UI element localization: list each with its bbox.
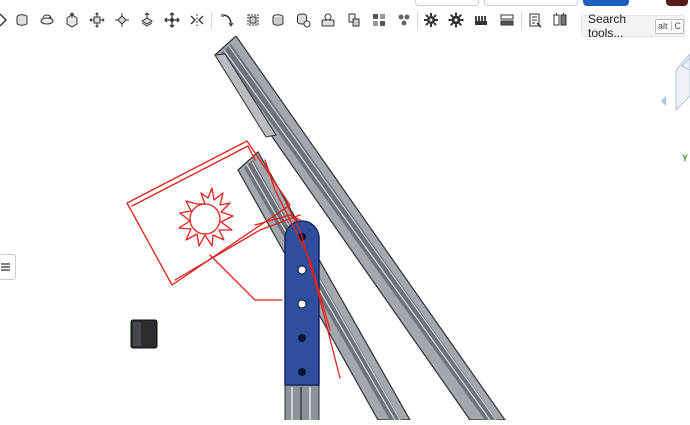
transform-tool-icon[interactable] xyxy=(162,10,182,30)
bracket-hole xyxy=(298,334,306,342)
mirror-tool-icon[interactable] xyxy=(187,10,207,30)
shortcut-key: C xyxy=(670,21,681,31)
list-tool-icon[interactable] xyxy=(497,10,517,30)
bill-of-materials-tool-icon[interactable] xyxy=(525,10,545,30)
shortcut-modifier: alt xyxy=(657,21,668,31)
shell-tool-icon[interactable] xyxy=(268,10,288,30)
sweep-tool-icon[interactable] xyxy=(37,10,57,30)
y-axis-label: Y xyxy=(682,153,689,163)
spur-gear-tool-icon[interactable] xyxy=(446,10,466,30)
gear-tool-icon[interactable] xyxy=(421,10,441,30)
variable-tool-icon[interactable] xyxy=(394,10,414,30)
partial-tool-icon[interactable] xyxy=(0,10,10,30)
rack-tool-icon[interactable] xyxy=(471,10,491,30)
move-face-tool-icon[interactable] xyxy=(112,10,132,30)
search-shortcut: alt C xyxy=(654,18,684,34)
blue-bracket[interactable] xyxy=(284,220,320,386)
view-cube-arrow-icon[interactable] xyxy=(661,96,666,106)
configuration-tool-icon[interactable] xyxy=(550,10,570,30)
view-cube-fragment[interactable] xyxy=(661,53,690,112)
toolbar-divider xyxy=(211,12,212,30)
sweep-path-tool-icon[interactable] xyxy=(217,10,237,30)
revolve-tool-icon[interactable] xyxy=(12,10,32,30)
hamburger-menu-icon[interactable] xyxy=(0,254,16,280)
3d-viewport[interactable]: Y xyxy=(0,35,690,422)
small-block[interactable] xyxy=(130,319,158,349)
bounding-box-tool-icon[interactable] xyxy=(243,10,263,30)
bracket-hole xyxy=(297,299,307,309)
boolean-tool-icon[interactable] xyxy=(293,10,313,30)
search-tools-input[interactable]: Search tools... alt C xyxy=(581,12,685,40)
toolbar-divider xyxy=(521,12,522,30)
toolbar-divider xyxy=(417,12,418,30)
vertical-extrusion[interactable] xyxy=(284,384,320,422)
model-canvas[interactable] xyxy=(0,35,690,422)
mate-connector-tool-icon[interactable] xyxy=(318,10,338,30)
bracket-hole xyxy=(297,265,307,275)
loft-tool-icon[interactable] xyxy=(62,10,82,30)
split-tool-icon[interactable] xyxy=(344,10,364,30)
feature-toolbar: Search tools... alt C xyxy=(0,6,690,40)
bracket-hole xyxy=(298,368,306,376)
extrude-tool-icon[interactable] xyxy=(87,10,107,30)
offset-tool-icon[interactable] xyxy=(137,10,157,30)
pattern-tool-icon[interactable] xyxy=(369,10,389,30)
